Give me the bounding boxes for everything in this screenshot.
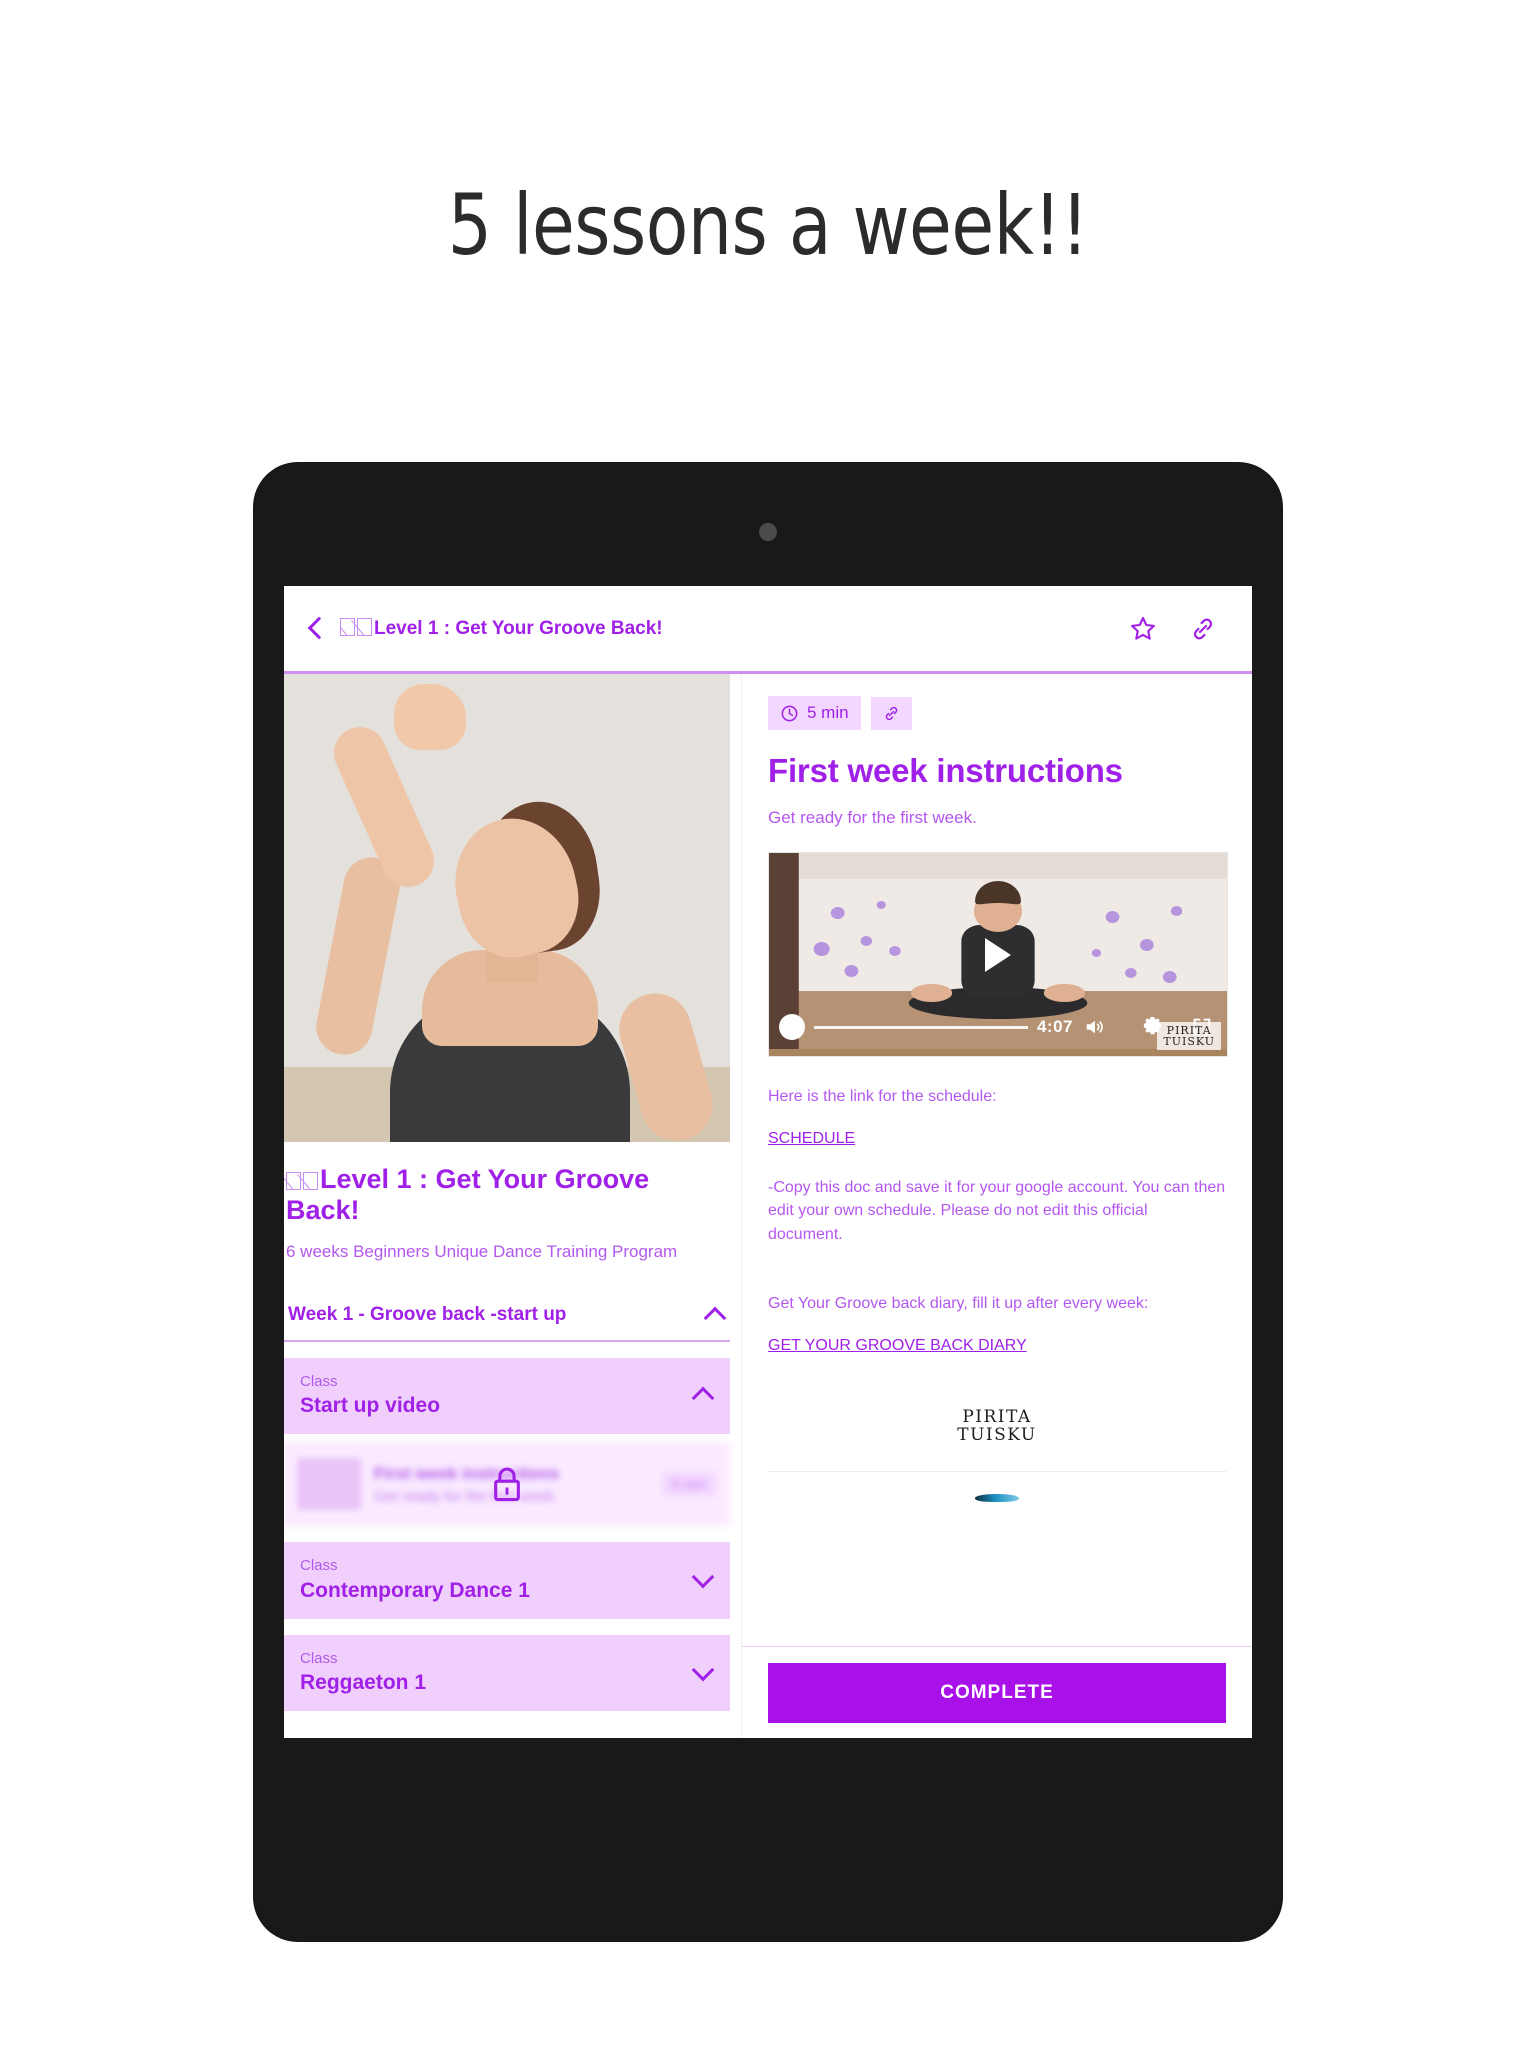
class-kicker: Class xyxy=(300,1557,338,1575)
locked-lesson-wrapper: First week instructions Get ready for th… xyxy=(284,1442,741,1527)
duration-chip: 5 min xyxy=(768,696,861,730)
logo-line2: TUISKU xyxy=(957,1424,1037,1445)
hero-fist xyxy=(394,684,466,750)
app-bar-title: Level 1 : Get Your Groove Back! xyxy=(340,617,663,640)
course-outline-inner: Level 1 : Get Your Groove Back! 6 weeks … xyxy=(284,674,741,1712)
lesson-title: First week instructions xyxy=(768,752,1123,789)
back-chevron-icon[interactable] xyxy=(302,616,328,642)
course-title-text: Level 1 : Get Your Groove Back! xyxy=(286,1164,650,1226)
class-card-texts: Class Start up video xyxy=(300,1372,440,1419)
class-name: Reggaeton 1 xyxy=(300,1671,427,1695)
camera-dot-icon xyxy=(759,523,777,541)
complete-button-bar: COMPLETE xyxy=(742,1646,1252,1738)
link-icon[interactable] xyxy=(1188,614,1218,644)
chevron-up-icon[interactable] xyxy=(704,1304,726,1326)
emoji-placeholder-icon xyxy=(303,1172,318,1190)
course-outline-panel: Level 1 : Get Your Groove Back! 6 weeks … xyxy=(284,674,741,1738)
app-bar-actions xyxy=(1128,614,1252,644)
class-kicker: Class xyxy=(300,1649,338,1667)
lesson-thumbnail xyxy=(298,1459,360,1510)
video-watermark: PIRITA TUISKU xyxy=(1157,1022,1221,1050)
week-section-header[interactable]: Week 1 - Groove back -start up xyxy=(284,1304,730,1342)
lesson-description: Get ready for the first week. xyxy=(768,808,977,827)
decorative-blue-shape xyxy=(975,1493,1019,1502)
chevron-down-icon[interactable] xyxy=(692,1568,714,1590)
app-bar-title-text: Level 1 : Get Your Groove Back! xyxy=(374,617,663,639)
tablet-device-frame: Level 1 : Get Your Groove Back! Level 1 … xyxy=(254,463,1282,1941)
lesson-link-chip[interactable] xyxy=(870,696,912,730)
complete-button[interactable]: COMPLETE xyxy=(768,1663,1226,1723)
lock-icon xyxy=(494,1467,520,1502)
pirita-tuisku-logo: PIRITA TUISKU xyxy=(768,1408,1226,1445)
lesson-detail-inner: 5 min First week instructions Get ready … xyxy=(742,674,1252,1502)
class-card-texts: Class Reggaeton 1 xyxy=(300,1649,426,1696)
video-time: 4:07 xyxy=(1036,1017,1073,1036)
clock-icon xyxy=(781,705,798,721)
content-divider xyxy=(768,1470,1226,1472)
course-hero-image xyxy=(284,674,730,1142)
course-title: Level 1 : Get Your Groove Back! xyxy=(284,1142,741,1227)
chevron-up-icon[interactable] xyxy=(692,1384,714,1406)
schedule-link[interactable]: SCHEDULE xyxy=(768,1130,855,1148)
class-card[interactable]: Class Start up video xyxy=(284,1357,730,1435)
week-section-label: Week 1 - Groove back -start up xyxy=(288,1303,567,1325)
tablet-screen: Level 1 : Get Your Groove Back! Level 1 … xyxy=(284,586,1252,1738)
course-subtitle: 6 weeks Beginners Unique Dance Training … xyxy=(286,1241,678,1261)
lesson-body-text: Get Your Groove back diary, fill it up a… xyxy=(768,1294,1149,1312)
main-content: Level 1 : Get Your Groove Back! 6 weeks … xyxy=(284,674,1252,1738)
class-card[interactable]: Class Contemporary Dance 1 xyxy=(284,1542,730,1619)
app-bar-left-group: Level 1 : Get Your Groove Back! xyxy=(284,616,1128,642)
lesson-meta-row: 5 min xyxy=(768,696,1226,730)
class-card-texts: Class Contemporary Dance 1 xyxy=(300,1556,530,1603)
volume-icon[interactable] xyxy=(1082,1016,1106,1038)
link-icon xyxy=(885,706,897,720)
diary-link[interactable]: GET YOUR GROOVE BACK DIARY xyxy=(768,1337,1027,1355)
duration-chip-text: 5 min xyxy=(807,703,849,722)
video-progress-bar[interactable] xyxy=(814,1025,1028,1029)
emoji-placeholder-icon xyxy=(357,617,372,636)
lesson-detail-panel: 5 min First week instructions Get ready … xyxy=(741,674,1252,1738)
app-top-bar: Level 1 : Get Your Groove Back! xyxy=(284,586,1252,674)
play-icon[interactable] xyxy=(985,937,1011,972)
player-dot-icon[interactable] xyxy=(779,1014,805,1040)
chevron-down-icon[interactable] xyxy=(692,1661,714,1683)
locked-lesson-duration: 5 min xyxy=(661,1472,716,1497)
class-name: Contemporary Dance 1 xyxy=(300,1578,530,1602)
star-outline-icon[interactable] xyxy=(1128,614,1158,644)
lesson-body-text: -Copy this doc and save it for your goog… xyxy=(768,1179,1226,1243)
lesson-body-text: Here is the link for the schedule: xyxy=(768,1088,997,1105)
video-player[interactable]: 4:07 PIRITA TUISKU xyxy=(768,852,1228,1057)
class-card[interactable]: Class Reggaeton 1 xyxy=(284,1634,730,1712)
video-watermark-line2: TUISKU xyxy=(1163,1035,1215,1048)
promo-heading: 5 lessons a week!! xyxy=(447,176,1089,274)
class-name: Start up video xyxy=(300,1394,441,1418)
class-kicker: Class xyxy=(300,1372,338,1390)
